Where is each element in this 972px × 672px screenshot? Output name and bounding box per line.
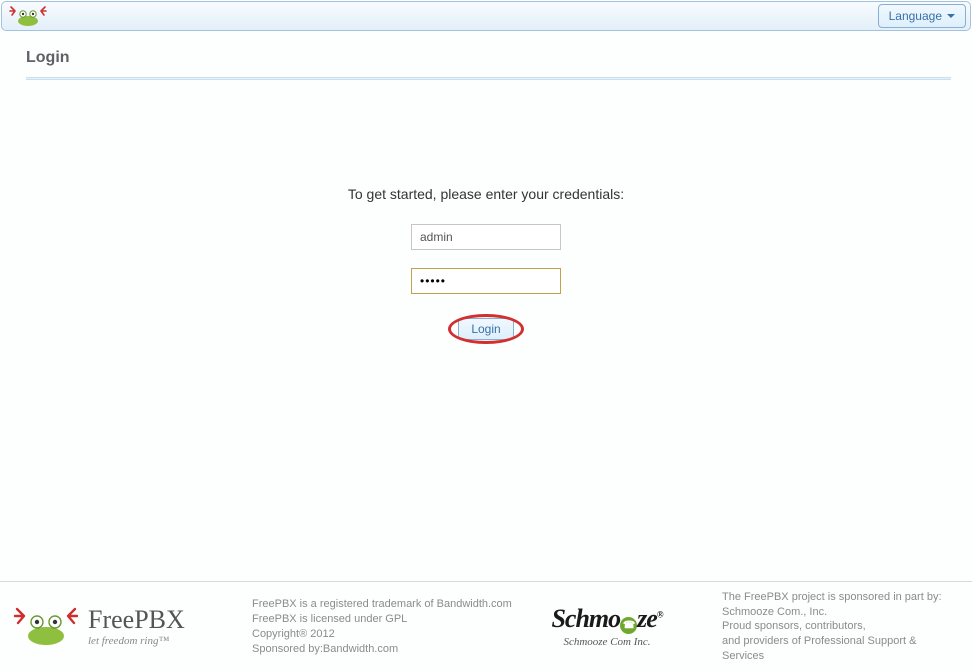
page-title: Login <box>26 49 972 67</box>
footer-logo-left: FreePBX let freedom ring™ <box>12 606 252 648</box>
footer-left-line: Copyright® 2012 <box>252 627 512 642</box>
phone-icon: ☎ <box>620 617 637 634</box>
footer-left-line: FreePBX is licensed under GPL <box>252 612 512 627</box>
footer-text-left: FreePBX is a registered trademark of Ban… <box>252 597 512 656</box>
language-button[interactable]: Language <box>878 4 966 28</box>
login-button-highlight: Login <box>448 314 523 344</box>
schmooze-wordmark: Schmo☎ze® <box>551 606 662 635</box>
topbar-logo <box>6 5 48 27</box>
freepbx-tagline: let freedom ring™ <box>88 635 185 647</box>
schmooze-tagline: Schmooze Com Inc. <box>563 636 650 648</box>
top-toolbar: Language <box>1 1 971 31</box>
password-input[interactable] <box>411 268 561 294</box>
freepbx-wordmark: FreePBX <box>88 607 185 633</box>
footer-right-line: The FreePBX project is sponsored in part… <box>722 590 960 605</box>
footer: FreePBX let freedom ring™ FreePBX is a r… <box>0 581 972 672</box>
login-prompt: To get started, please enter your creden… <box>0 186 972 202</box>
frog-icon <box>8 5 48 27</box>
username-input[interactable] <box>411 224 561 250</box>
footer-left-line: Sponsored by:Bandwidth.com <box>252 642 512 657</box>
frog-icon <box>12 606 80 648</box>
footer-text-right: The FreePBX project is sponsored in part… <box>702 590 960 664</box>
login-button[interactable]: Login <box>458 318 513 340</box>
footer-left-line: FreePBX is a registered trademark of Ban… <box>252 597 512 612</box>
footer-logo-mid: Schmo☎ze® Schmooze Com Inc. <box>512 606 702 649</box>
chevron-down-icon <box>947 14 955 18</box>
footer-right-line: and providers of Professional Support & … <box>722 634 960 664</box>
title-divider <box>26 77 951 80</box>
footer-right-line: Proud sponsors, contributors, <box>722 619 960 634</box>
footer-right-line: Schmooze Com., Inc. <box>722 605 960 620</box>
login-form: To get started, please enter your creden… <box>0 186 972 344</box>
language-label: Language <box>889 9 942 23</box>
